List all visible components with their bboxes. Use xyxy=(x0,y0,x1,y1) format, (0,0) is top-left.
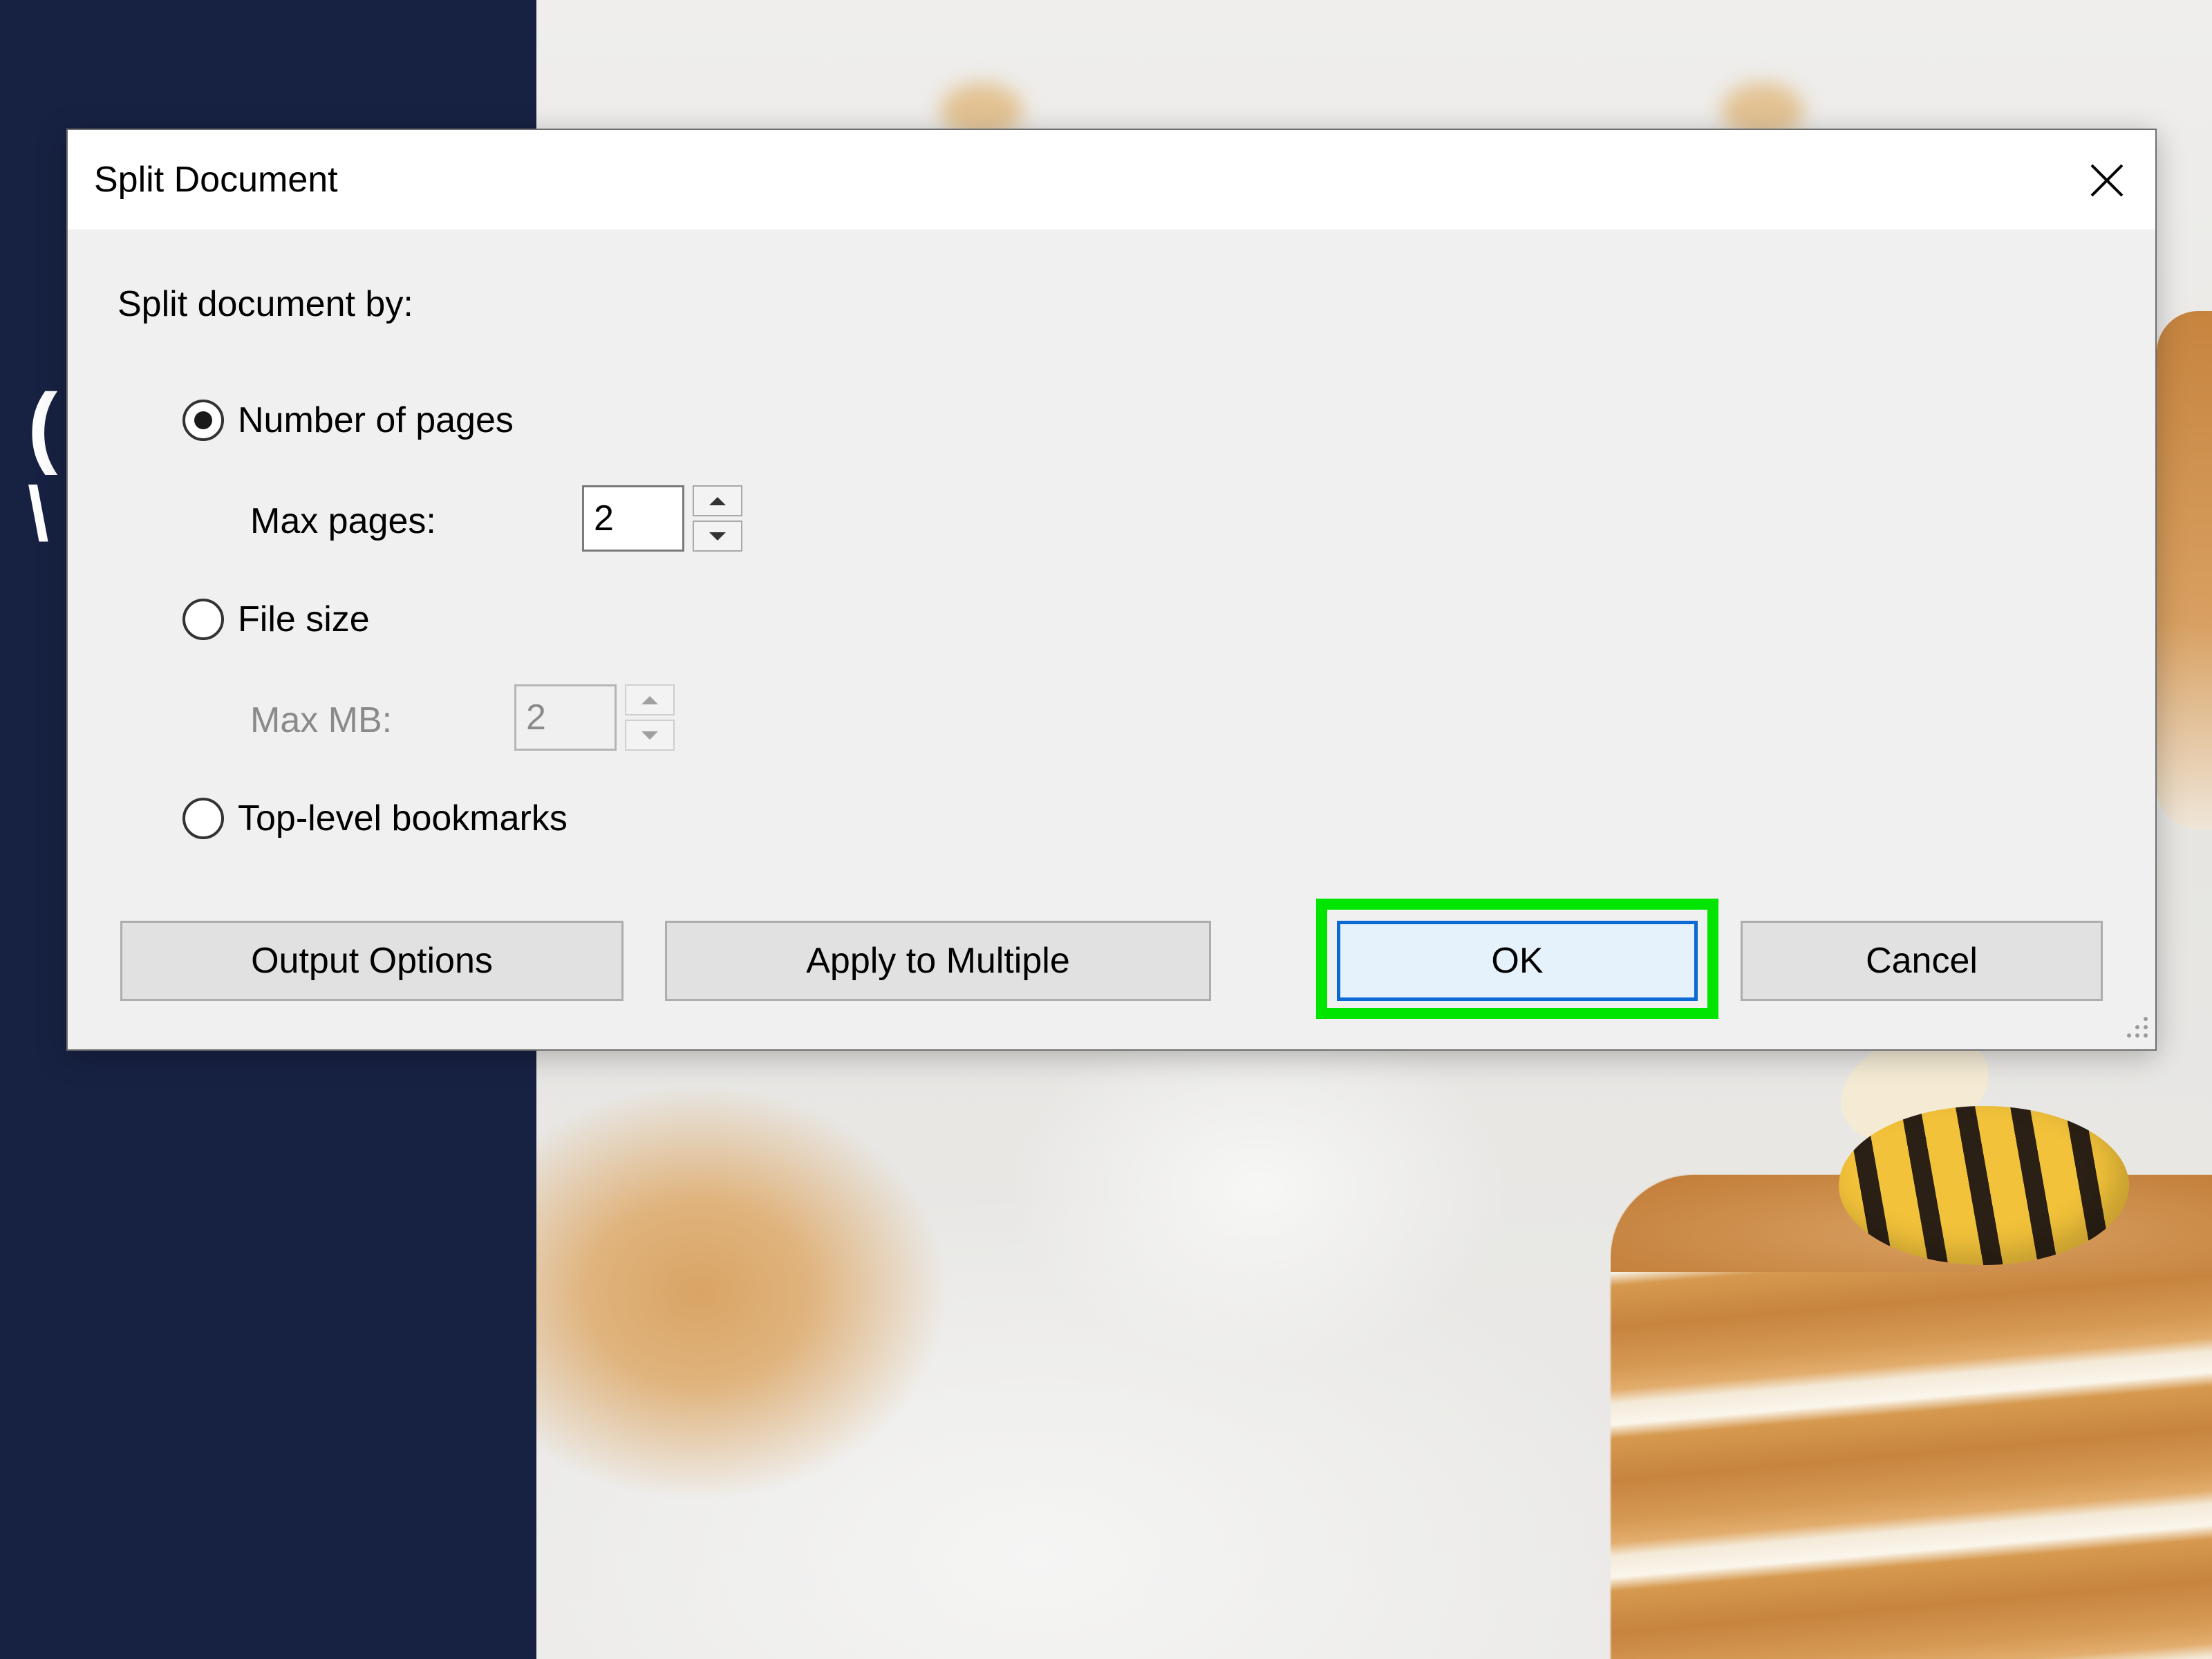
radio-selected-dot xyxy=(194,411,212,429)
radio-file-size[interactable] xyxy=(182,599,224,640)
cancel-button[interactable]: Cancel xyxy=(1741,921,2103,1001)
max-pages-increment-button[interactable] xyxy=(693,485,742,516)
spin-up-icon xyxy=(709,496,726,505)
split-by-label: Split document by: xyxy=(118,284,413,324)
spin-down-icon xyxy=(709,532,726,541)
background-bee-decoration xyxy=(1839,1106,2129,1265)
partial-heading-glyph: ( xyxy=(28,375,58,476)
max-mb-increment-button[interactable] xyxy=(625,684,675,715)
output-options-button[interactable]: Output Options xyxy=(120,921,624,1001)
radio-number-of-pages[interactable] xyxy=(182,400,224,441)
background-cake-edge xyxy=(2157,311,2212,830)
max-mb-decrement-button[interactable] xyxy=(625,720,675,751)
radio-top-level-bookmarks[interactable] xyxy=(182,798,224,839)
partial-heading-glyph: \ xyxy=(28,471,49,556)
spin-up-icon xyxy=(641,695,658,704)
max-pages-stepper xyxy=(693,485,742,552)
close-icon xyxy=(2090,164,2124,197)
split-document-dialog: Split Document Split document by: Number… xyxy=(66,129,2157,1051)
number-of-pages-label[interactable]: Number of pages xyxy=(238,400,514,441)
max-mb-input[interactable]: 2 xyxy=(514,684,617,751)
max-mb-label: Max MB: xyxy=(250,700,393,740)
dialog-titlebar: Split Document xyxy=(68,130,2155,229)
ok-button[interactable]: OK xyxy=(1337,921,1698,1001)
max-pages-input[interactable]: 2 xyxy=(582,485,684,552)
max-pages-decrement-button[interactable] xyxy=(693,521,742,552)
top-level-bookmarks-label[interactable]: Top-level bookmarks xyxy=(238,798,568,839)
resize-grip-icon[interactable] xyxy=(2119,1013,2150,1044)
desktop-background: ( \ Split Document Split document by: Nu… xyxy=(0,0,2212,1659)
max-pages-label: Max pages: xyxy=(250,501,436,541)
close-button[interactable] xyxy=(2072,151,2141,210)
max-mb-stepper xyxy=(625,684,675,751)
apply-to-multiple-button[interactable]: Apply to Multiple xyxy=(665,921,1211,1001)
dialog-title: Split Document xyxy=(94,160,338,200)
spin-down-icon xyxy=(641,731,658,740)
file-size-label[interactable]: File size xyxy=(238,599,370,640)
